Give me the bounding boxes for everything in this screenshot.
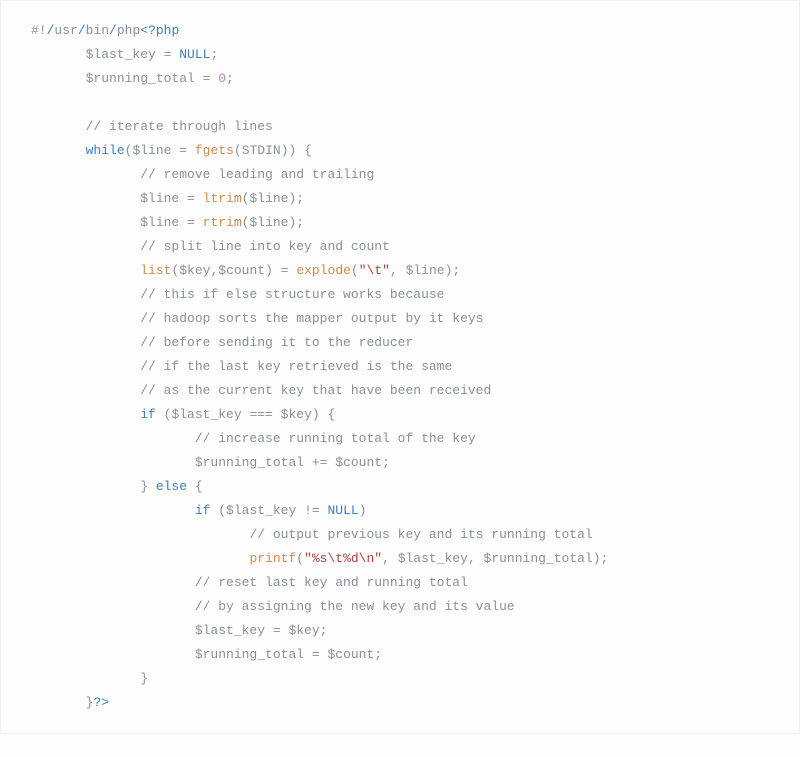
ln22: printf("%s\t%d\n", $last_key, $running_t… [249, 551, 608, 566]
ln25: $last_key = $key; [195, 623, 328, 638]
ln7: $line = ltrim($line); [140, 191, 304, 206]
ln6: // remove leading and trailing [140, 167, 374, 182]
ln12: // hadoop sorts the mapper output by it … [140, 311, 483, 326]
ln9: // split line into key and count [140, 239, 390, 254]
code-block: #!/usr/bin/php<?php $last_key = NULL; $r… [0, 0, 800, 734]
ln1: #!/usr/bin/php<?php [31, 23, 179, 38]
ln20: if ($last_key != NULL) [195, 503, 367, 518]
ln28: }?> [86, 695, 109, 710]
ln21: // output previous key and its running t… [249, 527, 592, 542]
ln8: $line = rtrim($line); [140, 215, 304, 230]
ln23: // reset last key and running total [195, 575, 468, 590]
ln19: } else { [140, 479, 202, 494]
ln5: while($line = fgets(STDIN)) { [86, 143, 312, 158]
ln15: // as the current key that have been rec… [140, 383, 491, 398]
ln11: // this if else structure works because [140, 287, 444, 302]
ln10: list($key,$count) = explode("\t", $line)… [140, 263, 460, 278]
ln17: // increase running total of the key [195, 431, 476, 446]
ln18: $running_total += $count; [195, 455, 390, 470]
ln14: // if the last key retrieved is the same [140, 359, 452, 374]
ln26: $running_total = $count; [195, 647, 382, 662]
ln3: $running_total = 0; [86, 71, 234, 86]
ln2: $last_key = NULL; [86, 47, 219, 62]
ln16: if ($last_key === $key) { [140, 407, 335, 422]
ln24: // by assigning the new key and its valu… [195, 599, 515, 614]
ln27: } [140, 671, 148, 686]
ln4: // iterate through lines [86, 119, 273, 134]
ln13: // before sending it to the reducer [140, 335, 413, 350]
